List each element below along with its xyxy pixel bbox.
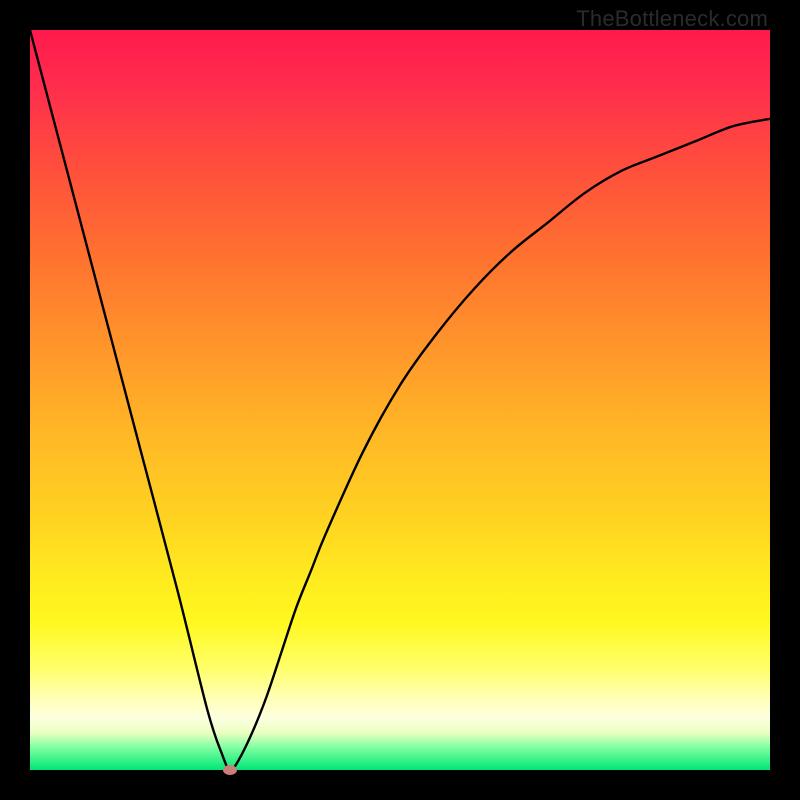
curve-svg <box>30 30 770 770</box>
minimum-marker <box>223 765 237 775</box>
watermark-text: TheBottleneck.com <box>576 6 768 32</box>
chart-frame: TheBottleneck.com <box>0 0 800 800</box>
bottleneck-curve <box>30 30 770 770</box>
plot-area <box>30 30 770 770</box>
